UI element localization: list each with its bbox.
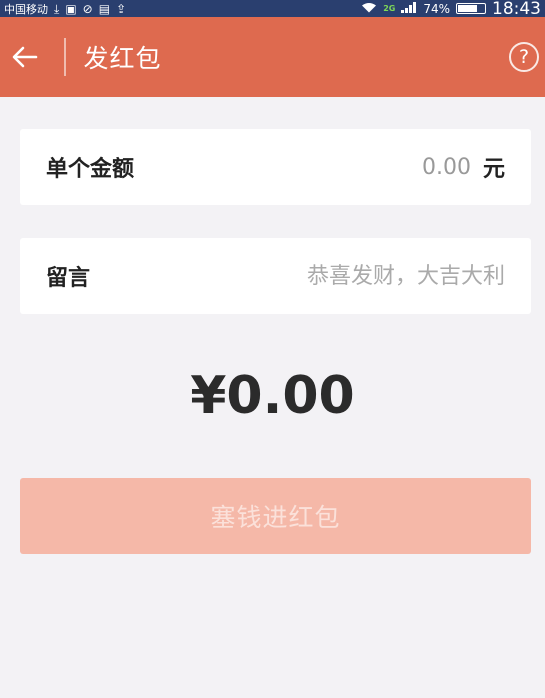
battery-icon xyxy=(456,3,486,14)
message-row: 留言 xyxy=(20,238,531,314)
page-title: 发红包 xyxy=(83,44,162,73)
amount-input[interactable] xyxy=(134,154,471,180)
battery-percent: 74% xyxy=(423,1,450,16)
wifi-icon xyxy=(361,2,377,15)
share-icon: ⇪ xyxy=(116,1,127,16)
status-bar-left: 中国移动 ⤓ ▣ ⊘ ▤ ⇪ xyxy=(4,1,126,17)
amount-row: 单个金额 元 xyxy=(20,129,531,205)
arrow-left-icon xyxy=(12,46,38,68)
mute-icon: ⊘ xyxy=(82,1,93,16)
help-button[interactable]: ? xyxy=(509,42,539,72)
status-bar: 中国移动 ⤓ ▣ ⊘ ▤ ⇪ 2G 74% 18:43 xyxy=(0,0,545,17)
total-amount: ¥0.00 xyxy=(190,366,355,426)
clock: 18:43 xyxy=(492,0,541,17)
message-label: 留言 xyxy=(46,266,91,291)
currency-unit: 元 xyxy=(482,157,505,182)
status-bar-right: 2G 74% 18:43 xyxy=(361,0,541,17)
download-icon: ⤓ xyxy=(54,1,60,16)
image-icon: ▣ xyxy=(65,1,77,16)
help-circle-icon: ? xyxy=(518,46,530,68)
amount-label: 单个金额 xyxy=(46,157,135,182)
back-button[interactable] xyxy=(0,17,50,97)
signal-icon xyxy=(401,2,417,15)
app-bar: 发红包 ? xyxy=(0,17,545,97)
gallery-icon: ▤ xyxy=(98,1,111,16)
header-divider xyxy=(64,38,66,76)
network-type-badge: 2G xyxy=(383,4,396,13)
carrier-label: 中国移动 xyxy=(4,2,48,16)
battery-fill xyxy=(458,5,477,12)
send-red-packet-button[interactable]: 塞钱进红包 xyxy=(20,478,531,554)
message-input[interactable] xyxy=(90,263,505,289)
